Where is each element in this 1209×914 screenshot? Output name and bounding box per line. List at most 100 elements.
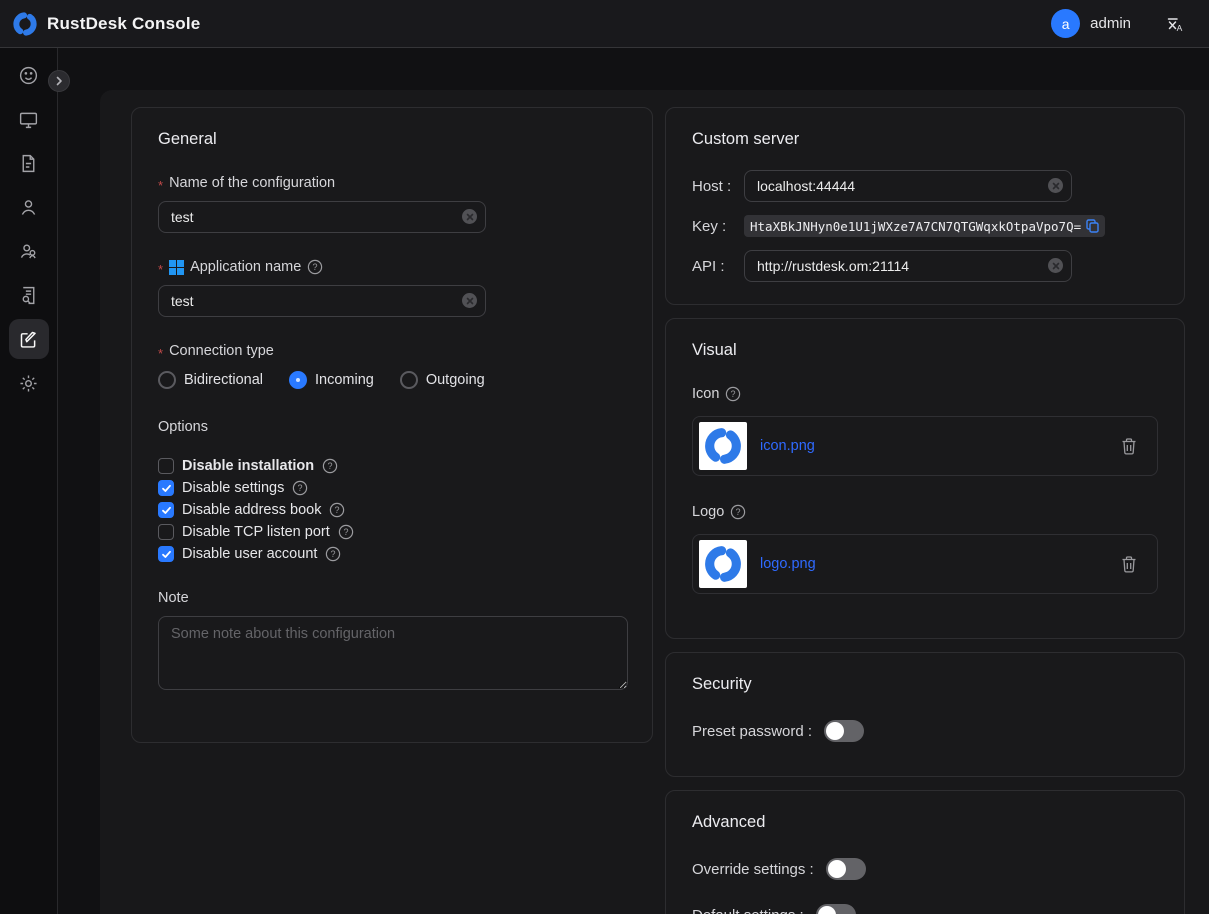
option-disable-installation[interactable]: Disable installation	[158, 455, 626, 477]
required-asterisk: *	[158, 262, 163, 277]
preset-password-row: Preset password :	[692, 720, 1158, 742]
user-icon	[18, 197, 39, 218]
key-chip: HtaXBkJNHyn0e1U1jWXze7A7CN7QTGWqxkOtpaVp…	[744, 215, 1105, 237]
sidebar-item-audit[interactable]	[9, 275, 49, 315]
option-disable-tcp-listen-port[interactable]: Disable TCP listen port	[158, 521, 626, 543]
options-group: Disable installation Disable settings Di…	[158, 455, 626, 565]
copy-icon[interactable]	[1086, 219, 1099, 233]
app-name-input[interactable]	[158, 285, 486, 317]
clear-icon[interactable]	[462, 209, 477, 224]
help-icon[interactable]	[307, 259, 323, 275]
key-row: Key : HtaXBkJNHyn0e1U1jWXze7A7CN7QTGWqxk…	[692, 215, 1158, 237]
radio-incoming[interactable]: Incoming	[289, 371, 374, 389]
default-settings-row: Default settings :	[692, 904, 1158, 914]
api-field	[744, 250, 1072, 282]
api-label: API :	[692, 258, 744, 275]
avatar[interactable]: a	[1051, 9, 1080, 38]
monitor-icon	[18, 109, 39, 130]
logo-thumbnail	[699, 540, 747, 588]
host-input[interactable]	[744, 170, 1072, 202]
help-icon[interactable]	[725, 386, 741, 402]
edit-icon	[18, 329, 39, 350]
sidebar-item-custom-client[interactable]	[9, 319, 49, 359]
language-button[interactable]: A	[1165, 14, 1185, 34]
note-textarea[interactable]	[158, 616, 628, 690]
connection-type-group: Bidirectional Incoming Outgoing	[158, 371, 626, 389]
icon-label: Icon	[692, 386, 1158, 402]
app-name-field	[158, 285, 486, 317]
security-title: Security	[692, 675, 1158, 694]
icon-thumbnail	[699, 422, 747, 470]
trash-icon[interactable]	[1121, 438, 1137, 455]
users-icon	[18, 241, 39, 262]
preset-password-label: Preset password :	[692, 723, 812, 740]
sidebar-item-devices[interactable]	[9, 99, 49, 139]
smiley-icon	[18, 65, 39, 86]
radio-icon[interactable]	[400, 371, 418, 389]
general-panel: General * Name of the configuration * Ap…	[131, 107, 653, 743]
radio-icon[interactable]	[289, 371, 307, 389]
help-icon[interactable]	[325, 546, 341, 562]
clear-icon[interactable]	[1048, 258, 1063, 273]
required-asterisk: *	[158, 346, 163, 361]
content-card: General * Name of the configuration * Ap…	[100, 90, 1209, 914]
radio-outgoing[interactable]: Outgoing	[400, 371, 485, 389]
sidebar-item-sessions[interactable]	[9, 143, 49, 183]
icon-file-link[interactable]: icon.png	[760, 438, 815, 454]
override-settings-label: Override settings :	[692, 861, 814, 878]
override-settings-toggle[interactable]	[826, 858, 866, 880]
config-name-label: * Name of the configuration	[158, 175, 626, 191]
default-settings-label: Default settings :	[692, 907, 804, 914]
sidebar-item-users[interactable]	[9, 187, 49, 227]
rustdesk-logo-icon	[703, 426, 743, 466]
help-icon[interactable]	[322, 458, 338, 474]
clear-icon[interactable]	[462, 293, 477, 308]
checkbox[interactable]	[158, 502, 174, 518]
user-menu[interactable]: a admin	[1051, 9, 1131, 38]
help-icon[interactable]	[329, 502, 345, 518]
option-disable-settings[interactable]: Disable settings	[158, 477, 626, 499]
general-title: General	[158, 130, 626, 149]
translate-icon: A	[1165, 14, 1185, 34]
help-icon[interactable]	[730, 504, 746, 520]
clear-icon[interactable]	[1048, 178, 1063, 193]
api-input[interactable]	[744, 250, 1072, 282]
sidebar	[0, 48, 58, 914]
checkbox[interactable]	[158, 458, 174, 474]
help-icon[interactable]	[338, 524, 354, 540]
default-settings-toggle[interactable]	[816, 904, 856, 914]
options-label: Options	[158, 419, 626, 435]
config-name-field	[158, 201, 486, 233]
trash-icon[interactable]	[1121, 556, 1137, 573]
connection-type-label: * Connection type	[158, 343, 626, 359]
radio-bidirectional[interactable]: Bidirectional	[158, 371, 263, 389]
user-name: admin	[1090, 15, 1131, 32]
advanced-panel: Advanced Override settings : Default set…	[665, 790, 1185, 914]
sidebar-expand-button[interactable]	[48, 70, 70, 92]
topbar: RustDesk Console a admin A	[0, 0, 1209, 48]
document-search-icon	[18, 285, 39, 306]
key-value: HtaXBkJNHyn0e1U1jWXze7A7CN7QTGWqxkOtpaVp…	[750, 219, 1081, 234]
sidebar-item-groups[interactable]	[9, 231, 49, 271]
checkbox[interactable]	[158, 524, 174, 540]
preset-password-toggle[interactable]	[824, 720, 864, 742]
gear-icon	[18, 373, 39, 394]
option-disable-user-account[interactable]: Disable user account	[158, 543, 626, 565]
logo-file-link[interactable]: logo.png	[760, 556, 816, 572]
windows-icon	[169, 260, 184, 275]
checkbox[interactable]	[158, 546, 174, 562]
radio-icon[interactable]	[158, 371, 176, 389]
brand[interactable]: RustDesk Console	[12, 11, 200, 37]
svg-text:A: A	[1177, 23, 1183, 33]
main-area: General * Name of the configuration * Ap…	[58, 48, 1209, 914]
help-icon[interactable]	[292, 480, 308, 496]
sidebar-item-settings[interactable]	[9, 363, 49, 403]
option-disable-address-book[interactable]: Disable address book	[158, 499, 626, 521]
advanced-title: Advanced	[692, 813, 1158, 832]
visual-title: Visual	[692, 341, 1158, 360]
note-label: Note	[158, 590, 626, 606]
override-settings-row: Override settings :	[692, 858, 1158, 880]
config-name-input[interactable]	[158, 201, 486, 233]
sidebar-item-dashboard[interactable]	[9, 55, 49, 95]
checkbox[interactable]	[158, 480, 174, 496]
